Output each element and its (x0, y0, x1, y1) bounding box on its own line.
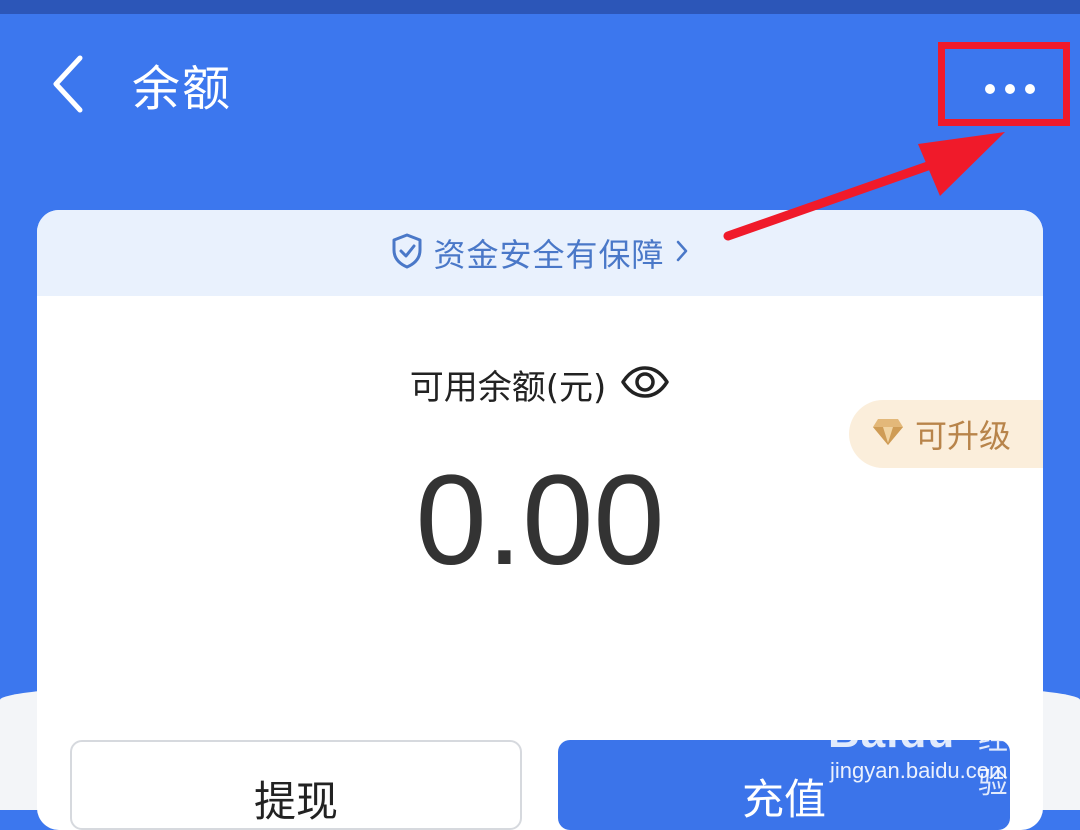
top-app-bar: 余额 (0, 14, 1080, 164)
upgrade-badge[interactable]: 可升级 (849, 400, 1043, 468)
balance-amount: 0.00 (415, 449, 665, 592)
more-options-button[interactable] (962, 70, 1058, 110)
page-title: 余额 (132, 61, 233, 117)
shield-check-icon (391, 233, 423, 273)
toggle-visibility-button[interactable] (620, 365, 670, 403)
upgrade-text: 可升级 (915, 417, 1012, 455)
status-bar-strip (0, 0, 1080, 14)
diamond-icon (871, 417, 905, 451)
balance-label: 可用余额(元) (409, 367, 607, 408)
balance-card: 资金安全有保障 可用余额(元) 0.00 可升级 (37, 210, 1043, 830)
withdraw-button[interactable]: 提现 (70, 740, 522, 830)
back-button[interactable] (36, 54, 100, 118)
chevron-right-icon (675, 239, 689, 267)
more-horizontal-icon (982, 81, 1038, 100)
eye-icon (620, 365, 670, 403)
fund-safety-link[interactable]: 资金安全有保障 (37, 210, 1043, 296)
fund-safety-text: 资金安全有保障 (433, 236, 665, 274)
chevron-left-icon (48, 54, 88, 118)
recharge-button[interactable]: 充值 (558, 740, 1010, 830)
